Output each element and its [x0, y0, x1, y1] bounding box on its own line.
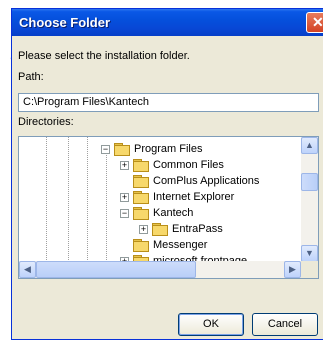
folder-icon [133, 159, 149, 172]
dialog-title: Choose Folder [19, 15, 111, 30]
vertical-scroll-thumb[interactable] [301, 173, 318, 191]
expand-icon[interactable]: + [139, 225, 148, 234]
tree-item-label: EntraPass [172, 223, 223, 235]
folder-open-icon [114, 143, 130, 156]
collapse-icon[interactable]: − [101, 145, 110, 154]
expand-icon[interactable]: + [120, 193, 129, 202]
scroll-up-icon: ▲ [305, 140, 314, 150]
choose-folder-dialog: Choose Folder ✕ Please select the instal… [11, 8, 323, 340]
path-label: Path: [18, 71, 44, 83]
folder-icon [152, 223, 168, 236]
scroll-left-button[interactable]: ◀ [19, 261, 36, 278]
horizontal-scroll-thumb[interactable] [36, 261, 196, 278]
close-icon: ✕ [312, 14, 323, 30]
folder-icon [133, 175, 149, 188]
scroll-down-icon: ▼ [305, 248, 314, 258]
scroll-left-icon: ◀ [24, 264, 31, 274]
instruction-text: Please select the installation folder. [18, 50, 190, 62]
vertical-scrollbar[interactable]: ▲ ▼ [301, 137, 318, 262]
tree-item-label: Common Files [153, 159, 224, 171]
path-input[interactable]: C:\Program Files\Kantech [18, 93, 319, 112]
ok-button[interactable]: OK [178, 313, 244, 336]
directories-label: Directories: [18, 116, 74, 128]
collapse-icon[interactable]: − [120, 209, 129, 218]
folder-icon [133, 191, 149, 204]
tree-guide-line [87, 137, 88, 262]
scroll-right-button[interactable]: ▶ [284, 261, 301, 278]
tree-item-label: Messenger [153, 239, 208, 251]
cancel-button[interactable]: Cancel [252, 313, 318, 336]
tree-item-label: Kantech [153, 207, 194, 219]
title-bar[interactable]: Choose Folder ✕ [12, 9, 323, 36]
horizontal-scrollbar[interactable]: ◀ ▶ [19, 261, 301, 278]
folder-open-icon [133, 207, 149, 220]
tree-guide-line [68, 137, 69, 262]
directory-tree[interactable]: − Program Files + Common Files ComPlus A… [18, 136, 319, 279]
tree-item-label: ComPlus Applications [153, 175, 260, 187]
scroll-right-icon: ▶ [289, 264, 296, 274]
tree-guide-line [46, 137, 47, 262]
close-button[interactable]: ✕ [306, 12, 323, 33]
tree-item-label: Internet Explorer [153, 191, 235, 203]
tree-guide-line [106, 153, 107, 262]
folder-icon [133, 239, 149, 252]
scroll-up-button[interactable]: ▲ [301, 137, 318, 154]
scroll-down-button[interactable]: ▼ [301, 245, 318, 262]
tree-item-label: Program Files [134, 143, 203, 155]
expand-icon[interactable]: + [120, 161, 129, 170]
scrollbar-corner [301, 261, 318, 278]
